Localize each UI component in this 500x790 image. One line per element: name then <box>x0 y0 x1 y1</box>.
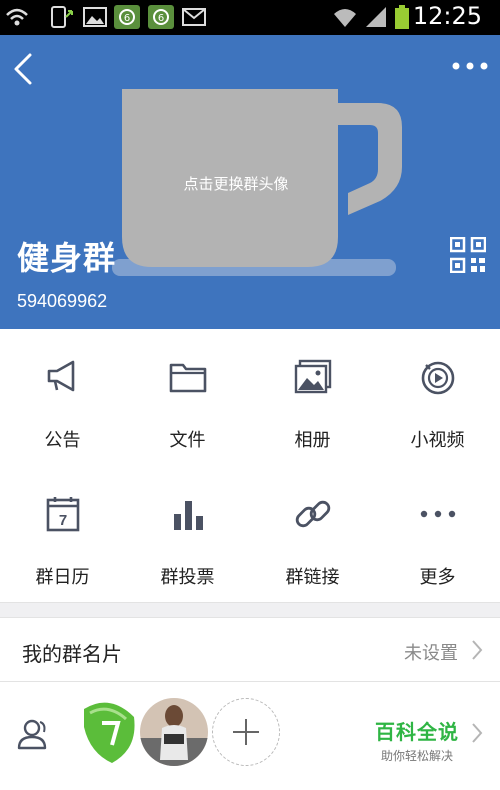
calendar-day: 7 <box>59 512 67 529</box>
function-grid: 公告 文件 相册 小视频 7 群日历 群投票 群链接 更多 <box>0 329 500 602</box>
member-avatar-photo[interactable] <box>140 698 208 766</box>
change-avatar-hint[interactable]: 点击更换群头像 <box>122 173 350 194</box>
grid-item-label: 群链接 <box>285 567 340 588</box>
status-bar: 6 6 12:25 <box>0 0 500 35</box>
member-avatar-logo[interactable] <box>80 697 138 767</box>
my-group-card-value: 未设置 <box>404 643 458 664</box>
group-id: 594069962 <box>17 291 108 311</box>
watermark-title: 百科全说 <box>375 720 459 744</box>
add-member-button[interactable] <box>212 698 280 766</box>
grid-item-label: 相册 <box>294 430 331 451</box>
grid-item-vote[interactable]: 群投票 <box>125 466 250 602</box>
video-icon <box>421 361 455 395</box>
section-spacer <box>0 603 500 617</box>
phone-icon <box>51 6 73 28</box>
plus-icon <box>233 719 259 745</box>
image-icon <box>83 7 107 27</box>
more-dots-icon[interactable] <box>448 53 492 79</box>
wifi-icon <box>334 9 356 27</box>
svg-text:6: 6 <box>124 13 130 24</box>
members-icon[interactable] <box>16 716 52 752</box>
grid-item-label: 群投票 <box>160 567 215 588</box>
grid-item-announcement[interactable]: 公告 <box>0 329 125 465</box>
my-group-card-title: 我的群名片 <box>22 642 122 666</box>
folder-icon <box>169 363 207 393</box>
chevron-right-icon <box>472 640 483 660</box>
back-icon[interactable] <box>6 49 42 89</box>
svg-text:6: 6 <box>158 13 164 24</box>
link-icon <box>295 500 331 528</box>
signal-icon <box>366 7 386 27</box>
status-time: 12:25 <box>412 2 482 30</box>
grid-item-short-video[interactable]: 小视频 <box>375 329 500 465</box>
grid-item-link[interactable]: 群链接 <box>250 466 375 602</box>
megaphone-icon <box>47 360 75 392</box>
my-group-card-row[interactable]: 我的群名片 未设置 <box>0 618 500 681</box>
grid-item-label: 公告 <box>44 430 81 451</box>
mail-icon <box>182 8 206 26</box>
grid-item-label: 群日历 <box>35 567 90 588</box>
group-name: 健身群 <box>17 239 117 277</box>
group-header: 点击更换群头像 健身群 594069962 <box>0 35 500 329</box>
battery-icon <box>395 5 409 29</box>
qr-code-icon[interactable] <box>450 237 486 273</box>
grid-item-album[interactable]: 相册 <box>250 329 375 465</box>
grid-item-label: 更多 <box>419 567 456 588</box>
baike-watermark: 百科全说 助你轻松解决 <box>362 716 472 764</box>
lock-icon: 6 <box>114 5 140 29</box>
chevron-right-icon[interactable] <box>470 722 484 744</box>
lock-icon: 6 <box>148 5 174 29</box>
members-row: 百科全说 助你轻松解决 <box>0 682 500 790</box>
watermark-subtitle: 助你轻松解决 <box>380 749 453 763</box>
no-signal-icon <box>6 8 28 26</box>
calendar-icon: 7 <box>46 497 80 532</box>
bar-chart-icon <box>174 501 203 530</box>
grid-item-files[interactable]: 文件 <box>125 329 250 465</box>
more-dots-icon <box>420 510 456 518</box>
album-icon <box>294 359 332 394</box>
grid-item-label: 文件 <box>169 430 206 451</box>
grid-item-calendar[interactable]: 7 群日历 <box>0 466 125 602</box>
grid-item-more[interactable]: 更多 <box>375 466 500 602</box>
grid-item-label: 小视频 <box>410 430 465 451</box>
